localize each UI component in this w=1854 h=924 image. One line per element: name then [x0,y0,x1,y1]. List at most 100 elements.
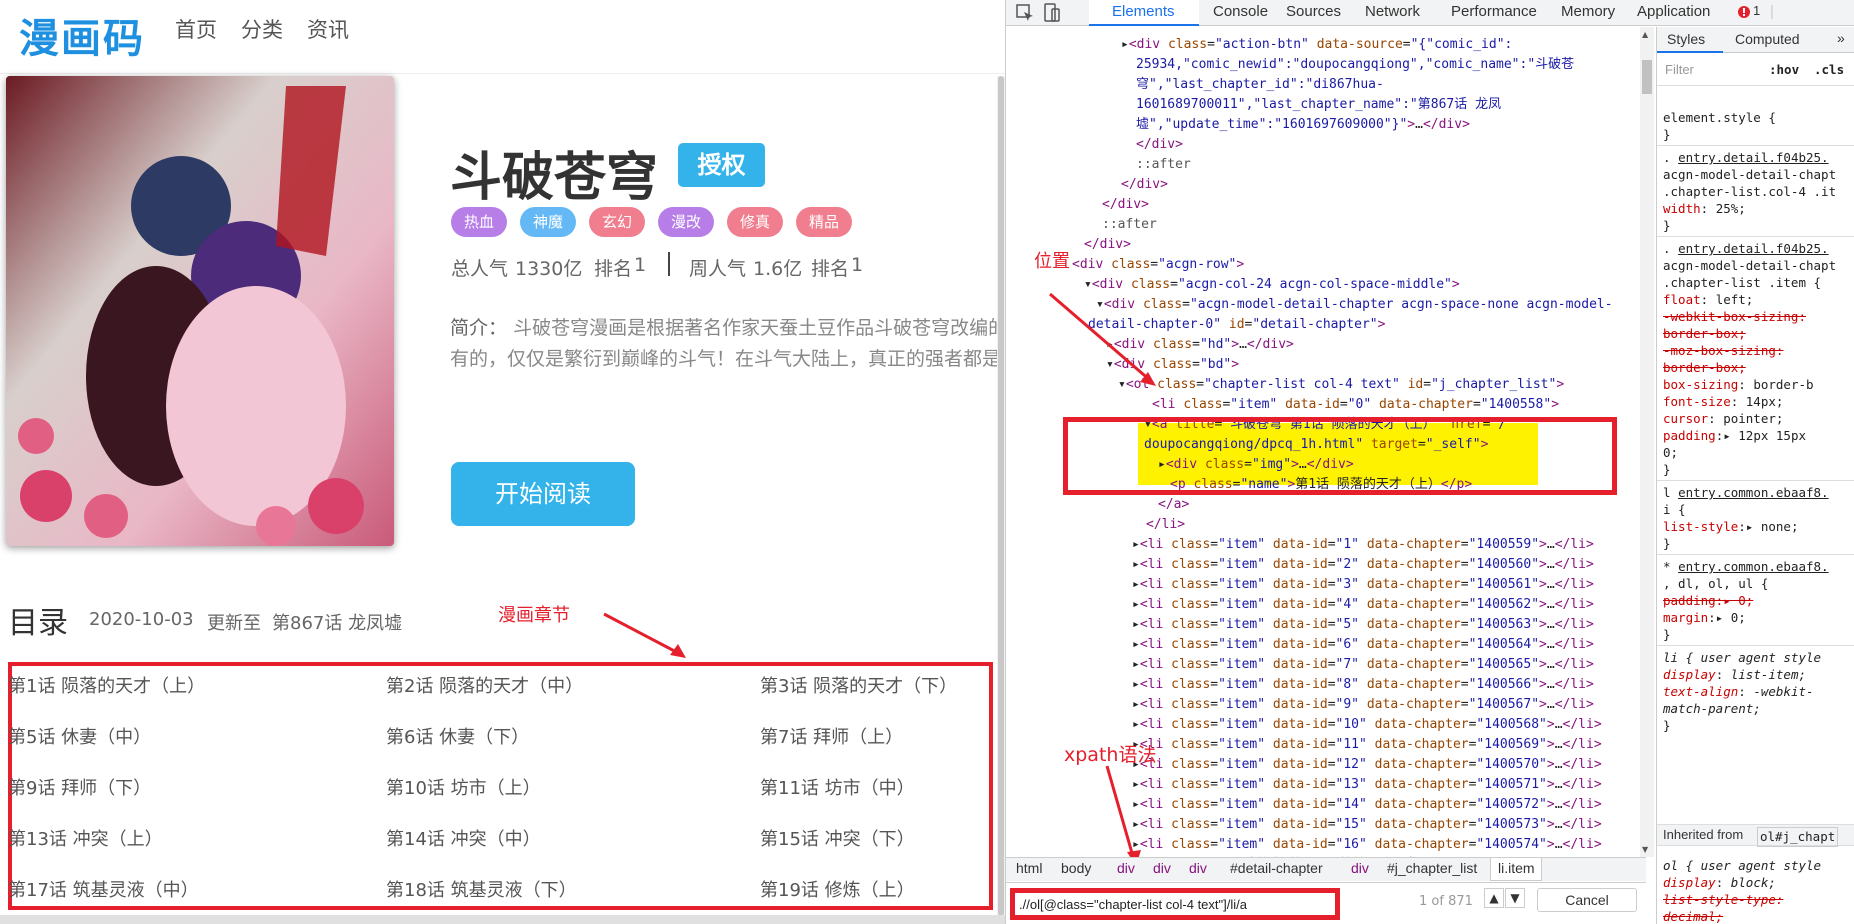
css-rule-line[interactable]: li { user agent style [1663,649,1821,667]
breadcrumb-body[interactable]: body [1061,860,1091,876]
dom-node-line[interactable]: ▾<ol class="chapter-list col-4 text" id=… [1118,375,1564,395]
chapter-link[interactable]: 第11话 坊市（中） [760,774,915,800]
dom-node-line[interactable]: ▸<div class="action-btn" data-source="{"… [1121,35,1512,55]
dom-li-item[interactable]: ▸<li class="item" data-id="2" data-chapt… [1132,555,1594,575]
dom-li-item[interactable]: ▸<li class="item" data-id="1" data-chapt… [1132,535,1594,555]
css-rule-line[interactable]: } [1663,461,1671,479]
css-rule-line[interactable]: box-sizing: border-b [1663,376,1814,394]
tab-memory[interactable]: Memory [1561,3,1615,20]
tab-console[interactable]: Console [1213,3,1268,20]
css-rule-line[interactable]: . entry.detail.f04b25. [1663,240,1829,258]
site-logo[interactable]: 漫画码 [19,6,145,64]
tag-mangai[interactable]: 漫改 [658,207,714,237]
css-rule-line[interactable]: acgn-model-detail-chapt [1663,257,1836,275]
dom-li-item[interactable]: ▸<li class="item" data-id="3" data-chapt… [1132,575,1594,595]
dom-node-line[interactable]: 墟","update_time":"1601697609000"}">…</di… [1136,115,1470,135]
hov-toggle[interactable]: :hov [1769,61,1799,79]
search-cancel-button[interactable]: Cancel [1537,888,1637,912]
css-rule-line[interactable]: .chapter-list.col-4 .it [1663,183,1836,201]
css-rule-line[interactable]: border-box; [1663,325,1746,343]
dom-node-line[interactable]: </a> [1158,495,1189,515]
tab-styles[interactable]: Styles [1667,31,1705,47]
css-rule-line[interactable]: text-align: -webkit- [1663,683,1814,701]
chapter-link[interactable]: 第9话 拜师（下） [8,774,151,800]
scroll-down-icon[interactable]: ▼ [1642,845,1648,854]
css-rule-line[interactable]: i { [1663,501,1686,519]
dom-li-item[interactable]: ▸<li class="item" data-id="6" data-chapt… [1132,635,1594,655]
dom-li-item[interactable]: ▸<li class="item" data-id="10" data-chap… [1132,715,1602,735]
css-rule-line[interactable]: } [1663,217,1671,235]
css-rule-line[interactable]: list-style-type: [1663,891,1783,909]
breadcrumb-div-3[interactable]: div [1189,860,1207,876]
css-rule-line[interactable]: border-box; [1663,359,1746,377]
inherited-from-node[interactable]: ol#j_chapt [1757,827,1839,847]
css-rule-line[interactable]: -moz-box-sizing: [1663,342,1783,360]
chapter-link[interactable]: 第5话 休妻（中） [8,723,151,749]
dom-li-item[interactable]: ▸<li class="item" data-id="11" data-chap… [1132,735,1602,755]
css-rule-line[interactable]: } [1663,126,1671,144]
more-tabs-icon[interactable]: » [1837,30,1845,46]
dom-node-line[interactable]: 1601689700011","last_chapter_name":"第867… [1136,95,1501,115]
dom-node-line[interactable]: </li> [1146,515,1185,535]
chapter-link[interactable]: 第2话 陨落的天才（中） [386,672,583,698]
css-rule-line[interactable]: cursor: pointer; [1663,410,1783,428]
page-scrollbar-thumb[interactable] [998,76,1004,916]
css-rule-line[interactable]: padding:▸ 0; [1663,592,1753,610]
chapter-link[interactable]: 第1话 陨落的天才（上） [8,672,205,698]
chapter-link[interactable]: 第19话 修炼（上） [760,876,915,902]
css-rule-line[interactable]: * entry.common.ebaaf8. [1663,558,1829,576]
start-reading-button[interactable]: 开始阅读 [451,462,635,526]
dom-node-line[interactable]: <li class="item" data-id="0" data-chapte… [1152,395,1559,415]
breadcrumb-html[interactable]: html [1016,860,1042,876]
dom-node-line[interactable]: 穹","last_chapter_id":"di867hua- [1136,75,1384,95]
css-rule-line[interactable]: padding:▸ 12px 15px [1663,427,1806,445]
cls-toggle[interactable]: .cls [1814,61,1844,79]
dom-li-item[interactable]: ▸<li class="item" data-id="13" data-chap… [1132,775,1602,795]
dom-node-line[interactable]: </div> [1136,135,1183,155]
dom-li-item[interactable]: ▸<li class="item" data-id="14" data-chap… [1132,795,1602,815]
css-rule-line[interactable]: display: list-item; [1663,666,1806,684]
breadcrumb-div-2[interactable]: div [1153,860,1171,876]
dom-node-line[interactable]: </div> [1102,195,1149,215]
chapter-link[interactable]: 第18话 筑基灵液（下） [386,876,577,902]
search-next-button[interactable]: ▼ [1505,888,1525,908]
xpath-search-input[interactable]: .//ol[@class="chapter-list col-4 text"]/… [1010,888,1340,920]
tab-computed[interactable]: Computed [1735,31,1800,47]
breadcrumb-detail-chapter[interactable]: #detail-chapter [1230,860,1323,876]
css-rule-line[interactable]: 0; [1663,444,1678,462]
tag-rexue[interactable]: 热血 [451,207,507,237]
css-rule-line[interactable]: } [1663,535,1671,553]
tab-application[interactable]: Application [1637,3,1710,20]
css-rule-line[interactable]: -webkit-box-sizing: [1663,308,1806,326]
css-rule-line[interactable]: , dl, ol, ul { [1663,575,1768,593]
css-rule-line[interactable]: l entry.common.ebaaf8. [1663,484,1829,502]
css-rule-line[interactable]: float: left; [1663,291,1753,309]
tag-xuanhuan[interactable]: 玄幻 [589,207,645,237]
dom-li-item[interactable]: ▸<li class="item" data-id="16" data-chap… [1132,835,1602,855]
css-rule-line[interactable]: match-parent; [1663,700,1761,718]
error-icon[interactable] [1737,5,1751,19]
css-rule-line[interactable]: . entry.detail.f04b25. [1663,149,1829,167]
tag-jingpin[interactable]: 精品 [796,207,852,237]
dom-node-line[interactable]: ▾<div class="acgn-model-detail-chapter a… [1096,295,1613,315]
chapter-link[interactable]: 第7话 拜师（上） [760,723,903,749]
dom-node-line[interactable]: <div class="acgn-row"> [1072,255,1244,275]
breadcrumb-div-1[interactable]: div [1117,860,1135,876]
dom-li-item[interactable]: ▸<li class="item" data-id="7" data-chapt… [1132,655,1594,675]
inspect-element-icon[interactable] [1016,4,1034,22]
nav-news[interactable]: 资讯 [307,14,349,44]
chapter-link[interactable]: 第13话 冲突（上） [8,825,163,851]
chapter-link[interactable]: 第10话 坊市（上） [386,774,541,800]
chapter-link[interactable]: 第14话 冲突（中） [386,825,541,851]
nav-home[interactable]: 首页 [175,14,217,44]
css-rule-line[interactable]: width: 25%; [1663,200,1746,218]
dom-node-line[interactable]: 25934,"comic_newid":"doupocangqiong","co… [1136,55,1574,75]
dom-li-item[interactable]: ▸<li class="item" data-id="15" data-chap… [1132,815,1602,835]
css-rule-line[interactable]: } [1663,626,1671,644]
tab-performance[interactable]: Performance [1451,3,1537,20]
css-rule-line[interactable]: display: block; [1663,874,1776,892]
dom-node-line[interactable]: ::after [1136,155,1191,175]
breadcrumb-chapter-list[interactable]: #j_chapter_list [1387,860,1477,876]
dom-node-line[interactable]: </div> [1121,175,1168,195]
dom-li-item[interactable]: ▸<li class="item" data-id="4" data-chapt… [1132,595,1594,615]
